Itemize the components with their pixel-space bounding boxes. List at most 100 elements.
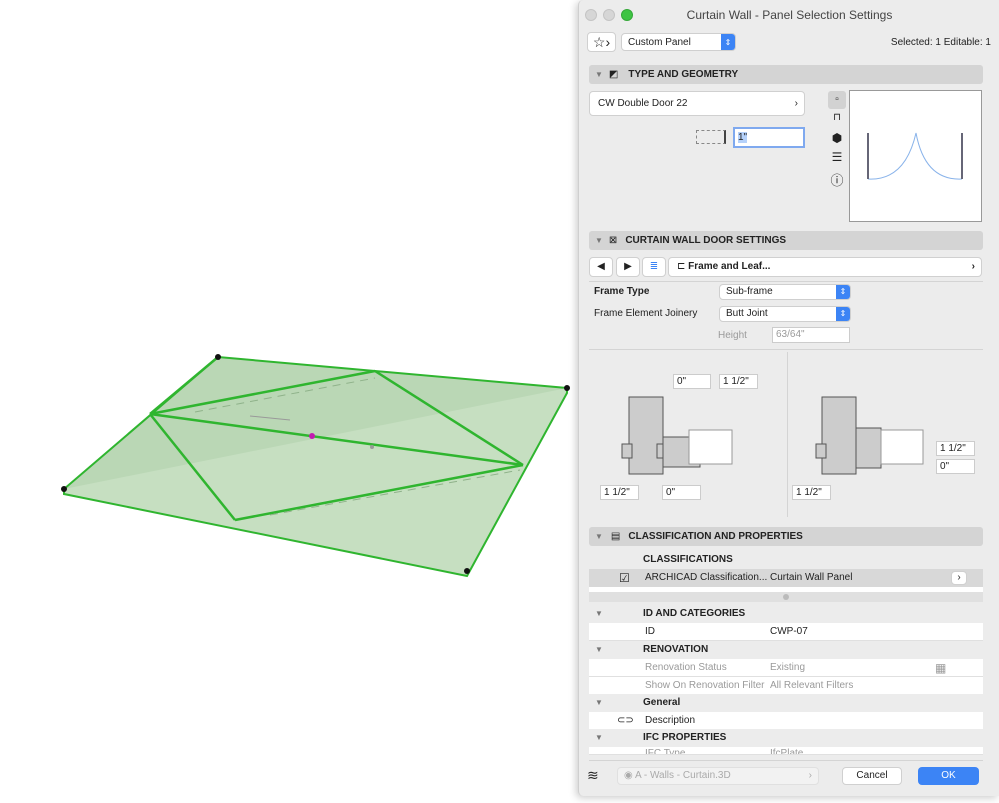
property-label: Show On Renovation Filter: [645, 680, 765, 691]
right-frame-width-input[interactable]: 1 1/2": [792, 485, 831, 500]
favorite-select[interactable]: Custom Panel ⇕: [621, 33, 736, 51]
curtain-wall-3d-model[interactable]: [0, 0, 578, 800]
group-label: RENOVATION: [643, 644, 709, 655]
chevron-right-icon: ›: [808, 770, 812, 781]
general-group[interactable]: ▼ General: [589, 694, 983, 712]
right-leaf-thickness-input[interactable]: 1 1/2": [936, 441, 975, 456]
classification-system: ARCHICAD Classification...: [645, 572, 768, 583]
property-label: IFC Type: [645, 748, 686, 755]
geometry-icon: ◩: [608, 69, 619, 80]
chevron-right-icon: ›: [971, 261, 975, 272]
triangle-left-icon: ◀: [597, 261, 605, 272]
height-label: Height: [718, 330, 747, 341]
page-selector[interactable]: ⊏ Frame and Leaf... ›: [668, 257, 982, 277]
splitter-handle[interactable]: [589, 592, 983, 602]
property-label: Description: [645, 715, 696, 726]
layer-icon: ≋: [587, 767, 599, 783]
chevron-updown-icon: ⇕: [721, 34, 735, 50]
property-label: ID: [645, 626, 655, 637]
collapse-triangle-icon: ▼: [595, 236, 603, 245]
id-categories-group[interactable]: ▼ ID AND CATEGORIES: [589, 605, 983, 623]
frame-type-label: Frame Type: [594, 286, 650, 297]
section-classification[interactable]: ▼ ▤ CLASSIFICATION AND PROPERTIES: [589, 527, 983, 546]
minimize-button[interactable]: [603, 9, 615, 21]
thickness-input[interactable]: 1": [733, 127, 805, 148]
favorites-button[interactable]: ☆›: [587, 32, 616, 52]
title-bar[interactable]: Curtain Wall - Panel Selection Settings: [579, 0, 999, 30]
document-icon: ▤: [610, 531, 621, 542]
chevron-right-icon: ›: [794, 98, 798, 109]
thickness-value: 1": [738, 132, 748, 143]
left-offset-input[interactable]: 0": [673, 374, 711, 389]
property-row-ifc-type[interactable]: IFC Type IfcPlate: [589, 747, 983, 755]
view-elevation-icon[interactable]: ☰: [828, 150, 846, 164]
group-label: ID AND CATEGORIES: [643, 608, 746, 619]
brick-wall-icon: ▦: [935, 661, 947, 675]
next-page-button[interactable]: ▶: [616, 257, 640, 277]
right-offset-input[interactable]: 0": [936, 459, 975, 474]
favorite-label: Custom Panel: [628, 37, 691, 48]
property-label: Renovation Status: [645, 662, 727, 673]
3d-viewport[interactable]: [0, 0, 578, 800]
left-frame-offset-input[interactable]: 0": [662, 485, 701, 500]
frame-type-select[interactable]: Sub-frame ⇕: [719, 284, 851, 300]
frame-type-value: Sub-frame: [726, 286, 773, 297]
chevron-updown-icon: ⇕: [836, 285, 850, 299]
section-title: TYPE AND GEOMETRY: [628, 69, 739, 80]
panel-type-selector[interactable]: CW Double Door 22 ›: [589, 91, 805, 116]
section-title: CLASSIFICATION AND PROPERTIES: [628, 531, 803, 542]
star-icon: ☆›: [592, 34, 611, 50]
view-section-icon[interactable]: ⊓: [828, 112, 846, 123]
joinery-value: Butt Joint: [726, 308, 768, 319]
previous-page-button[interactable]: ◀: [589, 257, 613, 277]
info-icon[interactable]: ⓘ: [828, 170, 846, 189]
parameters-export-button[interactable]: ≣: [642, 257, 666, 277]
joinery-label: Frame Element Joinery: [594, 308, 698, 319]
door-settings-icon: ⊠: [608, 235, 618, 246]
property-row-renovation-filter[interactable]: Show On Renovation Filter All Relevant Fi…: [589, 677, 983, 695]
ifc-group[interactable]: ▼ IFC PROPERTIES: [589, 729, 983, 747]
triangle-right-icon: ▶: [624, 261, 632, 272]
cancel-button[interactable]: Cancel: [842, 767, 902, 785]
panel-type-label: CW Double Door 22: [598, 98, 688, 109]
left-frame-diagram: [621, 396, 733, 475]
section-door-settings[interactable]: ▼ ⊠ CURTAIN WALL DOOR SETTINGS: [589, 231, 983, 250]
property-row-description[interactable]: ⊂⊃ Description: [589, 712, 983, 730]
renovation-group[interactable]: ▼ RENOVATION: [589, 641, 983, 659]
selection-status: Selected: 1 Editable: 1: [890, 37, 991, 48]
section-title: CURTAIN WALL DOOR SETTINGS: [625, 235, 787, 246]
collapse-triangle-icon: ▼: [595, 532, 603, 541]
group-label: IFC PROPERTIES: [643, 732, 727, 743]
property-value: Existing: [770, 662, 806, 673]
checkbox-checked-icon[interactable]: ☑: [619, 569, 630, 587]
classifications-group: CLASSIFICATIONS: [589, 551, 983, 569]
group-label: General: [643, 697, 681, 708]
left-frame-width-input[interactable]: 1 1/2": [600, 485, 639, 500]
right-frame-diagram: [815, 396, 924, 475]
property-value: IfcPlate: [770, 748, 804, 755]
property-value: CWP-07: [770, 626, 808, 637]
view-3d-icon[interactable]: ⬢: [828, 131, 846, 145]
panel-preview: [849, 90, 982, 222]
zoom-button[interactable]: [621, 9, 633, 21]
view-plan-icon[interactable]: ▫: [828, 91, 846, 109]
panel-settings-dialog: Curtain Wall - Panel Selection Settings …: [578, 0, 999, 796]
joinery-select[interactable]: Butt Joint ⇕: [719, 306, 851, 322]
layer-label: A - Walls - Curtain.3D: [634, 770, 731, 781]
page-label: Frame and Leaf...: [688, 261, 771, 272]
classification-value: Curtain Wall Panel: [770, 572, 853, 583]
left-leaf-depth-input[interactable]: 1 1/2": [719, 374, 758, 389]
classification-row[interactable]: ☑ ARCHICAD Classification... Curtain Wal…: [589, 569, 983, 587]
height-input: 63/64": [772, 327, 850, 343]
link-icon: ⊂⊃: [617, 715, 634, 726]
property-value: All Relevant Filters: [770, 680, 854, 691]
layer-select[interactable]: ◉ A - Walls - Curtain.3D ›: [617, 767, 819, 785]
close-button[interactable]: [585, 9, 597, 21]
property-row-id[interactable]: ID CWP-07: [589, 623, 983, 641]
eye-icon: ◉: [624, 770, 635, 781]
section-type-geometry[interactable]: ▼ ◩ TYPE AND GEOMETRY: [589, 65, 983, 84]
ok-button[interactable]: OK: [918, 767, 979, 785]
thickness-icon: [696, 130, 726, 144]
property-row-renovation-status[interactable]: Renovation Status Existing ▦: [589, 659, 983, 677]
chevron-right-button[interactable]: ›: [951, 571, 967, 585]
